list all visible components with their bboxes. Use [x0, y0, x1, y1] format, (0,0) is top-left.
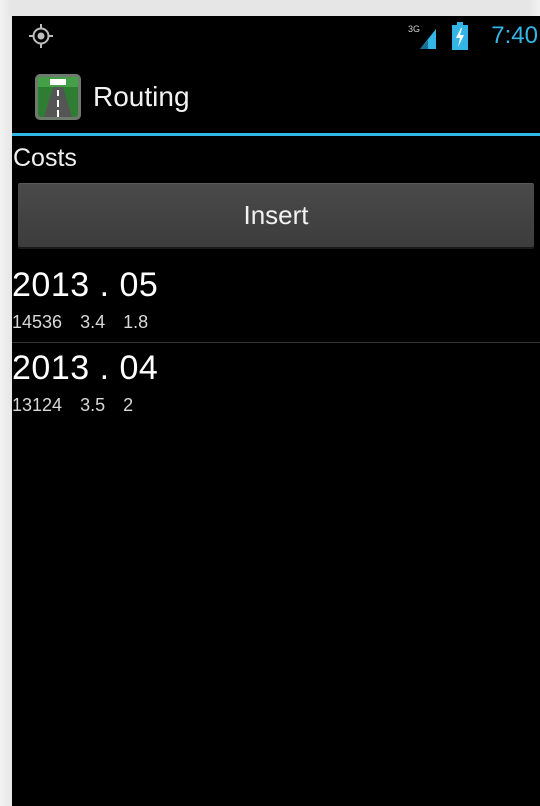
- costs-list: 2013 . 05 14536 3.4 1.8 2013 . 04 13124 3.5…: [12, 260, 540, 425]
- list-item-values: 13124 3.5 2: [12, 393, 151, 417]
- section-label: Costs: [13, 144, 77, 172]
- insert-button[interactable]: Insert: [18, 183, 534, 247]
- value-consumption: 3.4: [80, 312, 106, 332]
- action-bar: Routing: [12, 58, 540, 136]
- network-type-label: 3G: [408, 24, 420, 34]
- signal-icon: 3G: [408, 24, 436, 49]
- value-distance: 13124: [12, 395, 63, 415]
- value-cost: 2: [123, 395, 134, 415]
- device-frame: 3G 7:40 Routing Costs Insert 2013 . 05 1…: [0, 0, 540, 806]
- status-bar: 3G 7:40: [12, 16, 540, 58]
- list-item[interactable]: 2013 . 05 14536 3.4 1.8: [12, 260, 540, 343]
- gps-icon: [29, 24, 53, 48]
- battery-charging-icon: [452, 22, 468, 50]
- list-item-title: 2013 . 04: [12, 349, 159, 387]
- list-item-title: 2013 . 05: [12, 266, 159, 304]
- value-distance: 14536: [12, 312, 63, 332]
- list-item-values: 14536 3.4 1.8: [12, 310, 166, 334]
- app-title: Routing: [93, 81, 190, 112]
- app-screen: 3G 7:40 Routing Costs Insert 2013 . 05 1…: [12, 16, 540, 806]
- list-item[interactable]: 2013 . 04 13124 3.5 2: [12, 343, 540, 425]
- status-clock: 7:40: [491, 22, 538, 49]
- value-consumption: 3.5: [80, 395, 106, 415]
- value-cost: 1.8: [123, 312, 149, 332]
- routing-app-icon[interactable]: [34, 73, 82, 121]
